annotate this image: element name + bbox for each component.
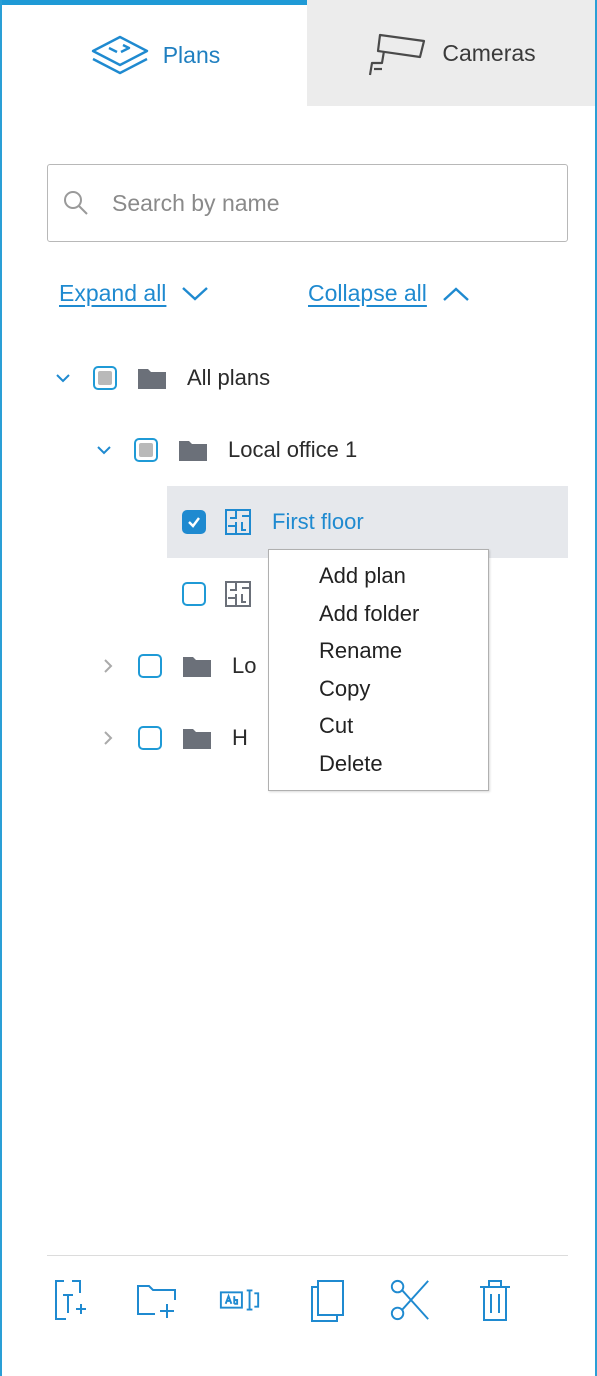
menu-item-cut[interactable]: Cut — [269, 711, 488, 749]
tree-item-local-office-1[interactable]: Local office 1 — [96, 425, 357, 475]
tab-cameras-label: Cameras — [442, 39, 536, 66]
add-folder-button[interactable] — [135, 1276, 179, 1324]
tab-plans-label: Plans — [162, 42, 221, 68]
add-plan-icon — [55, 1280, 86, 1320]
tab-plans[interactable]: Plans — [2, 0, 307, 106]
toolbar-divider — [47, 1255, 568, 1256]
chevron-right-icon[interactable] — [100, 658, 116, 674]
rename-icon — [219, 1289, 260, 1311]
expand-all-label: Expand all — [59, 280, 167, 306]
add-plan-button[interactable] — [50, 1276, 94, 1324]
menu-item-add-plan[interactable]: Add plan — [269, 561, 488, 599]
checkbox[interactable] — [93, 366, 117, 390]
checkbox-checked[interactable] — [182, 510, 206, 534]
camera-icon — [369, 33, 426, 76]
search-input[interactable] — [110, 188, 534, 218]
panel-border-left — [0, 0, 2, 1376]
tree-item-label: H — [232, 725, 248, 750]
checkbox[interactable] — [182, 582, 206, 606]
checkbox[interactable] — [138, 726, 162, 750]
add-folder-icon — [137, 1285, 176, 1318]
layers-icon — [91, 35, 148, 74]
chevron-down-icon[interactable] — [96, 442, 112, 458]
collapse-all-label: Collapse all — [308, 280, 427, 306]
expand-all-link[interactable]: Expand all — [59, 280, 210, 307]
folder-icon — [179, 441, 207, 461]
delete-button[interactable] — [473, 1276, 517, 1324]
folder-icon — [183, 657, 211, 677]
tree-item-first-floor[interactable]: First floor — [182, 497, 364, 547]
context-menu: Add plan Add folder Rename Copy Cut Dele… — [268, 549, 489, 791]
tree-item-label: First floor — [272, 509, 364, 534]
chevron-right-icon[interactable] — [100, 730, 116, 746]
tab-cameras[interactable]: Cameras — [307, 0, 595, 106]
tree-item-folder-lo[interactable]: Lo — [100, 641, 256, 691]
tree-item-plan[interactable] — [182, 569, 272, 619]
collapse-all-link[interactable]: Collapse all — [308, 280, 471, 307]
folder-icon — [183, 729, 211, 749]
floor-plan-icon — [225, 581, 251, 607]
checkbox[interactable] — [134, 438, 158, 462]
tree-item-all-plans[interactable]: All plans — [55, 353, 270, 403]
delete-icon — [480, 1280, 510, 1321]
copy-icon — [311, 1280, 344, 1322]
search-icon — [64, 191, 88, 215]
cut-icon — [390, 1279, 429, 1321]
cut-button[interactable] — [388, 1276, 432, 1324]
rename-button[interactable] — [218, 1276, 262, 1324]
chevron-up-icon — [443, 286, 469, 301]
tree-item-label: All plans — [187, 365, 271, 390]
menu-item-add-folder[interactable]: Add folder — [269, 599, 488, 637]
search-box[interactable] — [47, 164, 568, 242]
floor-plan-icon — [225, 509, 251, 535]
menu-item-delete[interactable]: Delete — [269, 749, 488, 787]
menu-item-rename[interactable]: Rename — [269, 636, 488, 674]
tree-item-label: Local office 1 — [228, 437, 358, 462]
chevron-down-icon — [182, 286, 209, 301]
checkbox[interactable] — [138, 654, 162, 678]
chevron-down-icon[interactable] — [55, 370, 71, 386]
menu-item-copy[interactable]: Copy — [269, 674, 488, 712]
check-icon — [188, 517, 200, 528]
tree-item-folder-h[interactable]: H — [100, 713, 248, 763]
copy-button[interactable] — [305, 1276, 349, 1324]
folder-icon — [138, 369, 166, 389]
tree-item-label: Lo — [232, 653, 257, 678]
